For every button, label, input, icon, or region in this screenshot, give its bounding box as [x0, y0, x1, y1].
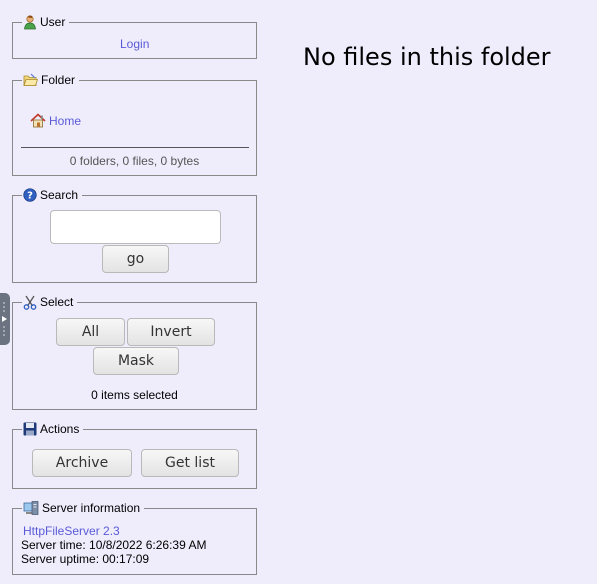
- save-icon: [23, 422, 37, 436]
- fieldset-border: [79, 80, 256, 81]
- fieldset-border: [82, 195, 256, 196]
- server-info-panel: Server information HttpFileServer 2.3 Se…: [12, 500, 257, 575]
- scissors-icon: [23, 295, 37, 310]
- archive-button[interactable]: Archive: [32, 449, 132, 477]
- hfs-version-link[interactable]: HttpFileServer 2.3: [23, 524, 120, 538]
- fieldset-border: [13, 508, 22, 509]
- sidebar-toggle-handle[interactable]: [0, 293, 10, 345]
- folder-divider: [21, 147, 249, 148]
- fieldset-border: [13, 195, 22, 196]
- select-all-button[interactable]: All: [56, 318, 125, 346]
- invert-selection-button[interactable]: Invert: [127, 318, 215, 346]
- actions-panel: Actions Archive Get list: [12, 421, 257, 489]
- select-panel: Select All Invert Mask 0 items selected: [12, 294, 257, 410]
- go-button[interactable]: go: [102, 245, 169, 273]
- home-link[interactable]: Home: [49, 114, 81, 128]
- search-legend-label: Search: [40, 188, 79, 202]
- home-link-row[interactable]: Home: [30, 113, 81, 128]
- folder-panel: Folder Home 0 folders, 0 files, 0 bytes: [12, 72, 257, 176]
- folder-legend-label: Folder: [41, 73, 76, 87]
- expand-handle-icon: [2, 302, 7, 336]
- user-legend: User: [23, 14, 68, 30]
- user-legend-label: User: [40, 15, 66, 29]
- get-list-button[interactable]: Get list: [141, 449, 239, 477]
- search-input[interactable]: [50, 210, 221, 244]
- svg-text:?: ?: [27, 191, 33, 202]
- server-icon: [23, 500, 39, 515]
- search-panel: ? Search go: [12, 187, 257, 283]
- empty-folder-message: No files in this folder: [303, 43, 551, 71]
- server-legend: Server information: [23, 500, 143, 516]
- fieldset-border: [13, 302, 22, 303]
- select-legend: Select: [23, 294, 76, 310]
- folder-icon: [23, 73, 38, 86]
- fieldset-border: [144, 508, 256, 509]
- folder-legend: Folder: [23, 72, 78, 88]
- home-icon: [30, 113, 46, 128]
- help-icon: ?: [23, 188, 37, 202]
- server-uptime: Server uptime: 00:17:09: [21, 552, 150, 566]
- server-time: Server time: 10/8/2022 6:26:39 AM: [21, 538, 207, 552]
- fieldset-border: [13, 22, 22, 23]
- server-legend-label: Server information: [42, 501, 141, 515]
- fieldset-border: [69, 22, 256, 23]
- mask-button[interactable]: Mask: [93, 347, 179, 375]
- search-legend: ? Search: [23, 187, 81, 203]
- folder-summary: 0 folders, 0 files, 0 bytes: [69, 154, 200, 168]
- actions-legend: Actions: [23, 421, 82, 437]
- actions-legend-label: Actions: [40, 422, 80, 436]
- fieldset-border: [77, 302, 256, 303]
- fieldset-border: [13, 80, 22, 81]
- user-icon: [24, 14, 36, 29]
- selection-status: 0 items selected: [91, 388, 178, 402]
- fieldset-border: [13, 429, 22, 430]
- fieldset-border: [83, 429, 256, 430]
- select-legend-label: Select: [40, 295, 74, 309]
- login-link[interactable]: Login: [120, 37, 149, 51]
- user-panel: User Login: [12, 14, 257, 59]
